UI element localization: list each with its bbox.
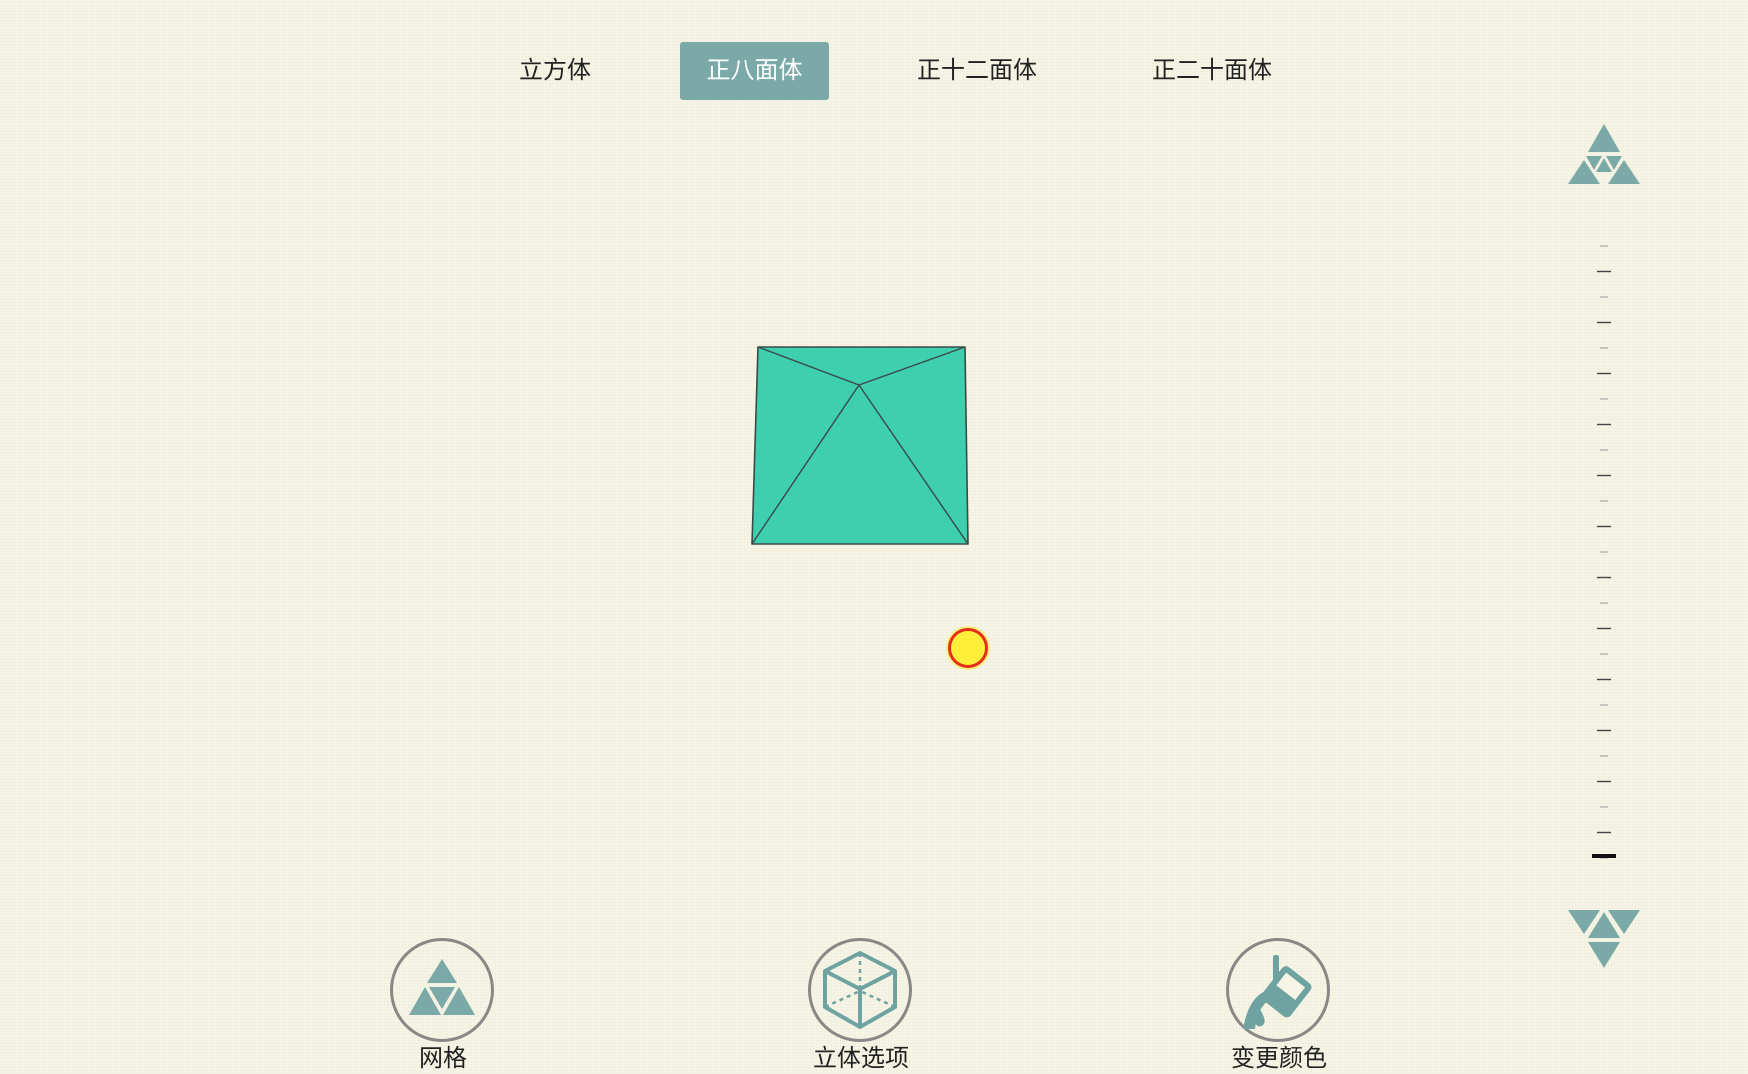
zoom-in-button[interactable] (1566, 122, 1642, 188)
triangle-grid-down-icon (1568, 910, 1640, 968)
change-color-tool[interactable]: 变更颜色 (1204, 938, 1354, 1074)
zoom-ruler-ticks (1597, 245, 1611, 859)
solid-options-tool-circle[interactable] (808, 938, 912, 1042)
paint-bucket-icon (1243, 955, 1312, 1029)
change-color-tool-circle[interactable] (1226, 938, 1330, 1042)
triangle-grid-up-icon (1568, 124, 1640, 184)
cube-icon (823, 951, 897, 1029)
zoom-level-indicator[interactable] (1592, 854, 1616, 858)
solid-options-tool-label: 立体选项 (813, 1045, 909, 1072)
tab-cube[interactable]: 立方体 (500, 42, 610, 100)
octahedron-model[interactable] (740, 336, 980, 554)
triangle-grid-icon (409, 959, 475, 1015)
tab-dodecahedron[interactable]: 正十二面体 (903, 42, 1051, 100)
grid-tool[interactable]: 网格 (368, 938, 518, 1074)
change-color-tool-label: 变更颜色 (1231, 1045, 1327, 1072)
tab-icosahedron[interactable]: 正二十面体 (1138, 42, 1286, 100)
zoom-ruler[interactable] (1580, 240, 1628, 872)
grid-tool-circle[interactable] (390, 938, 494, 1042)
shape-tabs: 立方体 正八面体 正十二面体 正二十面体 (0, 42, 1748, 100)
grid-tool-label: 网格 (419, 1045, 467, 1072)
octahedron-outline (751, 346, 969, 545)
touch-pointer-marker (948, 628, 988, 668)
solid-options-tool[interactable]: 立体选项 (786, 938, 936, 1074)
tab-octahedron[interactable]: 正八面体 (680, 42, 829, 100)
zoom-out-button[interactable] (1566, 906, 1642, 972)
